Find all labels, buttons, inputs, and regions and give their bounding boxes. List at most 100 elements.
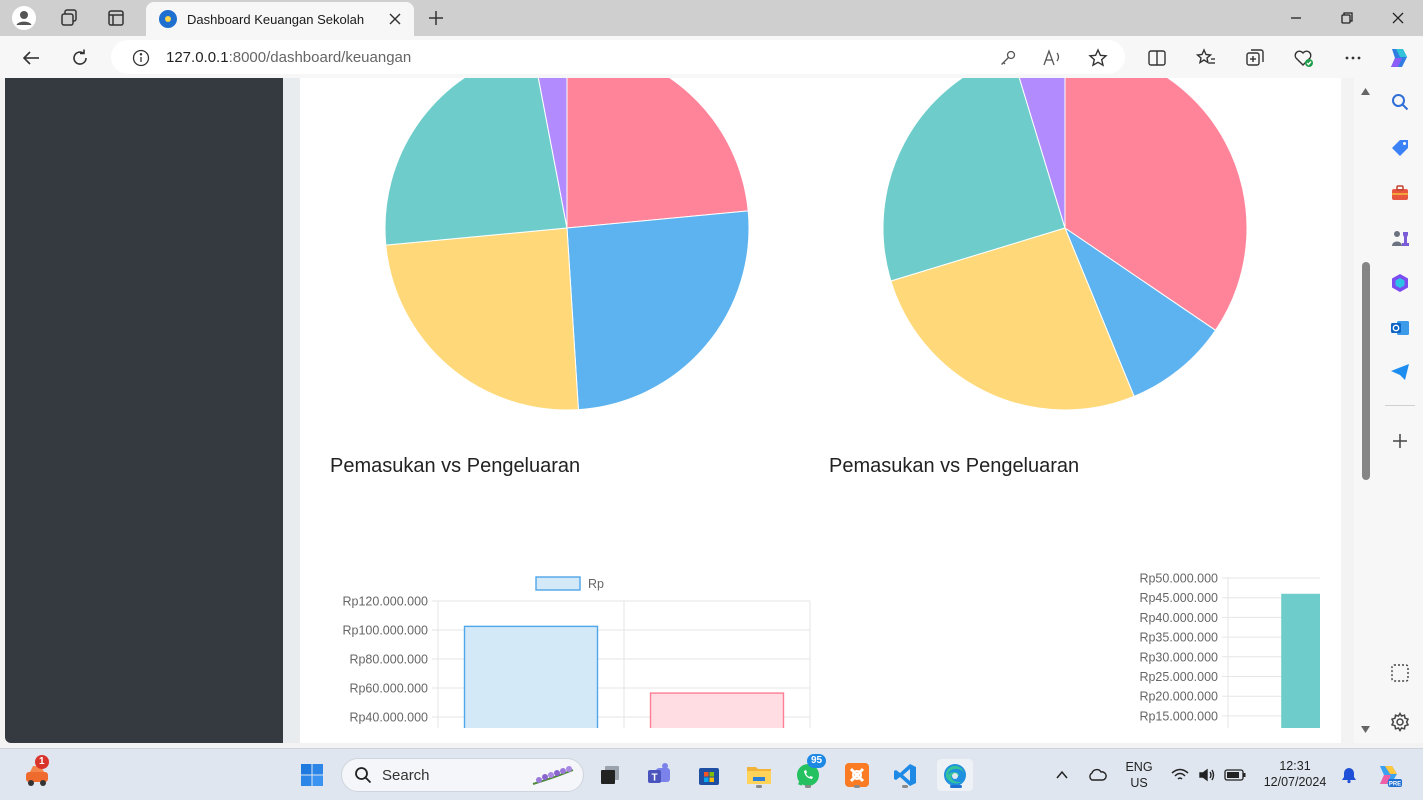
weather-widget-icon[interactable]: 1 [21, 755, 53, 791]
add-icon[interactable] [1388, 429, 1412, 453]
tab-actions-icon[interactable] [103, 5, 129, 31]
notification-badge: 1 [35, 755, 49, 769]
favorite-star-icon[interactable] [1086, 46, 1110, 70]
address-bar[interactable]: 127.0.0.1:8000/dashboard/keuangan [111, 40, 1125, 74]
pie-chart-2 [882, 78, 1248, 411]
pie-1-slice-2[interactable] [385, 227, 579, 411]
profile-icon[interactable] [11, 5, 37, 31]
browser-toolbar: 127.0.0.1:8000/dashboard/keuangan [0, 36, 1423, 78]
workspaces-icon[interactable] [56, 5, 82, 31]
bar-2-ytick: Rp25.000.000 [1139, 670, 1218, 684]
xampp-icon[interactable] [841, 759, 873, 791]
minimize-icon[interactable] [1273, 4, 1319, 32]
favorites-icon[interactable] [1192, 44, 1220, 72]
new-tab-icon[interactable] [424, 6, 448, 30]
pie-1-slice-0[interactable] [566, 78, 749, 229]
bar-chart-1-title: Pemasukan vs Pengeluaran [330, 455, 581, 477]
bar-2-ytick: Rp30.000.000 [1139, 650, 1218, 664]
clock[interactable]: 12:31 12/07/2024 [1256, 758, 1334, 790]
active-tab[interactable]: Dashboard Keuangan Sekolah [146, 2, 414, 36]
page-scrollbar[interactable] [1354, 78, 1377, 743]
lavender-highlight-icon [529, 762, 577, 790]
more-options-icon[interactable] [1339, 44, 1367, 72]
tools-briefcase-icon[interactable] [1388, 181, 1412, 205]
collections-icon[interactable] [1241, 44, 1269, 72]
copilot-taskbar-icon[interactable]: PRE [1372, 759, 1404, 791]
bar-1-ytick: Rp80.000.000 [349, 653, 428, 667]
taskbar-search[interactable]: Search [341, 758, 584, 792]
windows-taskbar: 1 Search T 95 ENG US 12:31 12/07/2024 PR… [0, 748, 1423, 800]
bar-1-ytick: Rp40.000.000 [349, 711, 428, 725]
file-explorer-icon[interactable] [743, 759, 775, 791]
whatsapp-icon[interactable]: 95 [792, 754, 827, 791]
search-icon[interactable] [1388, 90, 1412, 114]
show-hidden-icons-chevron[interactable] [1046, 759, 1078, 791]
browser-tab-bar: Dashboard Keuangan Sekolah [0, 0, 1423, 36]
copilot-icon[interactable] [1385, 44, 1413, 72]
app-sidebar [5, 78, 283, 743]
bar-1-legend-swatch[interactable] [535, 576, 581, 591]
browser-essentials-icon[interactable] [1290, 44, 1318, 72]
tab-title: Dashboard Keuangan Sekolah [187, 11, 365, 27]
pie-1-slice-1[interactable] [566, 210, 750, 411]
scroll-thumb[interactable] [1362, 262, 1370, 480]
battery-icon[interactable] [1219, 759, 1251, 791]
bar-1-ytick: Rp120.000.000 [343, 595, 429, 609]
bar-chart-2: Rp0Rp5.000.000Rp10.000.000Rp15.000.000Rp… [1139, 572, 1320, 728]
bar-2-ytick: Rp15.000.000 [1139, 709, 1218, 723]
content-gutter [283, 78, 300, 743]
content-margin [1341, 78, 1354, 743]
back-arrow-icon[interactable] [17, 44, 45, 72]
restore-icon[interactable] [1324, 4, 1370, 32]
url-text[interactable]: 127.0.0.1:8000/dashboard/keuangan [166, 49, 411, 66]
search-label: Search [382, 766, 430, 784]
clock-date: 12/07/2024 [1263, 775, 1327, 789]
close-window-icon[interactable] [1375, 4, 1421, 32]
bar-1-legend-label: Rp [588, 577, 604, 591]
shopping-tag-icon[interactable] [1388, 136, 1412, 160]
bar-1-bar-1[interactable] [649, 692, 785, 728]
split-screen-icon[interactable] [1143, 44, 1171, 72]
bar-2-ytick: Rp40.000.000 [1139, 611, 1218, 625]
scroll-up-icon[interactable] [1360, 86, 1371, 97]
language-code: ENG [1125, 760, 1153, 774]
clock-time: 12:31 [1279, 759, 1311, 773]
sidebar-divider [1385, 405, 1415, 406]
notifications-bell-icon[interactable] [1333, 759, 1365, 791]
edge-browser-icon[interactable] [937, 759, 973, 791]
bar-2-bar-0[interactable] [1281, 593, 1320, 728]
screenshot-icon[interactable] [1388, 661, 1412, 685]
scroll-down-icon[interactable] [1360, 724, 1371, 735]
read-aloud-icon[interactable] [1041, 46, 1065, 70]
settings-gear-icon[interactable] [1388, 710, 1412, 734]
onedrive-cloud-icon[interactable] [1081, 759, 1113, 791]
close-tab-icon[interactable] [386, 10, 404, 28]
pie-chart-1 [384, 78, 750, 411]
pie-1-slice-3[interactable] [384, 78, 568, 246]
svg-text:PRE: PRE [1389, 782, 1401, 788]
games-chess-icon[interactable] [1388, 226, 1412, 250]
search-icon [354, 766, 372, 784]
refresh-icon[interactable] [66, 44, 94, 72]
microsoft-store-icon[interactable] [693, 759, 725, 791]
start-windows-icon[interactable] [296, 759, 328, 791]
running-indicator [756, 785, 762, 788]
teams-icon[interactable]: T [643, 759, 675, 791]
bar-1-bar-0[interactable] [463, 625, 599, 728]
bar-chart-2-title: Pemasukan vs Pengeluaran [829, 455, 1080, 477]
running-indicator [854, 785, 860, 788]
bar-chart-1: Rp0Rp20.000.000Rp40.000.000Rp60.000.000R… [343, 576, 811, 728]
send-telegram-icon[interactable] [1388, 360, 1412, 384]
task-view-icon[interactable] [594, 759, 626, 791]
vscode-icon[interactable] [889, 759, 921, 791]
password-key-icon[interactable] [996, 46, 1020, 70]
bar-2-ytick: Rp20.000.000 [1139, 690, 1218, 704]
svg-text:T: T [651, 773, 657, 784]
site-favicon-icon [159, 10, 177, 28]
microsoft-365-icon[interactable] [1388, 271, 1412, 295]
input-language[interactable]: ENG US [1122, 759, 1156, 791]
running-indicator [805, 785, 811, 788]
site-info-icon[interactable] [129, 46, 153, 70]
outlook-icon[interactable] [1388, 316, 1412, 340]
active-indicator [950, 785, 962, 788]
